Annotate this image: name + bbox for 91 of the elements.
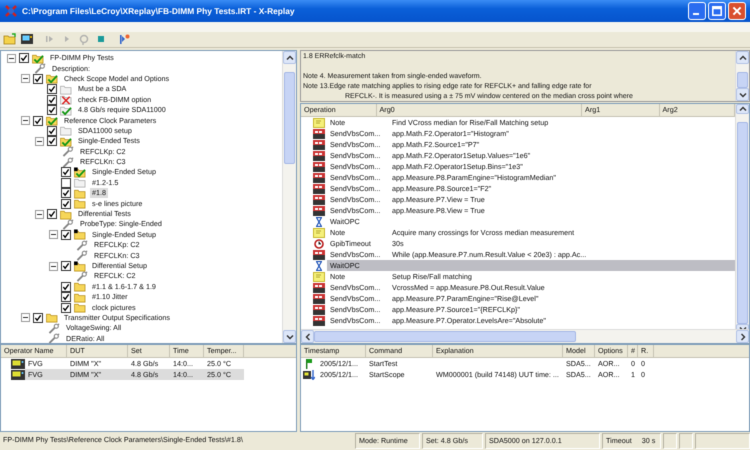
command-icon: [313, 316, 325, 326]
tree-checkbox[interactable]: [47, 136, 57, 146]
command-icon: [313, 282, 325, 292]
tree-checkbox[interactable]: [47, 126, 57, 136]
command-icon: [313, 294, 325, 304]
note-icon: [313, 272, 325, 282]
step-icon: [117, 32, 131, 44]
flag-icon: [303, 358, 315, 368]
command-icon: [313, 162, 325, 172]
tree-checkbox[interactable]: [19, 53, 29, 64]
check-icon: [62, 262, 70, 270]
scope-arrow-icon: [303, 370, 315, 380]
close-button[interactable]: [728, 2, 746, 20]
command-icon: [313, 194, 325, 204]
tree-checkbox[interactable]: [47, 209, 57, 220]
vertical-scrollbar[interactable]: [735, 51, 749, 101]
collapse-toggle-icon[interactable]: [21, 116, 30, 126]
maximize-button[interactable]: [708, 2, 726, 20]
command-icon: [313, 140, 325, 150]
wrench-icon: [61, 156, 75, 168]
tree-checkbox[interactable]: [61, 167, 71, 178]
tree-checkbox[interactable]: [47, 84, 57, 94]
clock-icon: [313, 238, 325, 248]
note-icon: [313, 118, 325, 128]
app-icon: [4, 4, 18, 18]
hourglass-icon: [313, 216, 325, 226]
check-icon: [34, 314, 42, 322]
command-icon: [313, 250, 325, 260]
collapse-toggle-icon[interactable]: [35, 136, 44, 146]
scope-icon: [11, 358, 25, 368]
wrench-icon: [47, 333, 61, 343]
scroll-up-icon: [738, 54, 746, 62]
scope-button[interactable]: [19, 32, 35, 46]
tree-checkbox[interactable]: [33, 312, 43, 323]
wrench-icon: [75, 250, 89, 262]
check-icon: [62, 230, 70, 239]
note-icon: [313, 228, 325, 238]
status-panel: [679, 433, 693, 449]
hourglass-icon: [313, 260, 325, 270]
vertical-scrollbar[interactable]: [282, 51, 296, 343]
command-icon: [313, 128, 325, 138]
command-icon: [313, 172, 325, 182]
tree-checkbox[interactable]: [61, 188, 71, 198]
minimize-icon: [693, 12, 699, 15]
tree-checkbox[interactable]: [61, 282, 71, 292]
tree-checkbox[interactable]: [61, 292, 71, 302]
tree-checkbox[interactable]: [61, 198, 71, 209]
status-panel: [663, 433, 677, 449]
scroll-down-icon: [286, 332, 294, 340]
command-icon: [313, 184, 325, 194]
folder-icon: [3, 32, 17, 44]
wrench-icon: [75, 270, 89, 282]
collapse-toggle-icon[interactable]: [21, 313, 30, 322]
command-icon: [313, 304, 325, 314]
tree-checkbox[interactable]: [33, 74, 43, 84]
scroll-right-icon: [738, 332, 746, 340]
wrench-icon: [61, 218, 75, 230]
minimize-button[interactable]: [688, 2, 706, 20]
vertical-scrollbar[interactable]: [735, 104, 749, 329]
check-icon: [62, 168, 70, 176]
command-icon: [313, 206, 325, 216]
tree-checkbox[interactable]: [61, 261, 71, 271]
scroll-left-icon: [304, 332, 312, 340]
tree-checkbox[interactable]: [47, 105, 57, 116]
scope-icon: [11, 370, 25, 380]
maximize-icon: [711, 5, 723, 17]
scope-icon: [20, 32, 34, 44]
window-title: C:\Program Files\LeCroy\XReplay\FB-DIMM Phy Tests.IRT - X-Replay: [22, 6, 296, 16]
horizontal-scrollbar[interactable]: [301, 329, 749, 343]
loop-icon: [77, 32, 91, 44]
tree-checkbox[interactable]: [61, 230, 71, 240]
command-icon: [313, 150, 325, 160]
wrench-icon: [75, 240, 89, 251]
wrench-icon: [33, 63, 47, 74]
status-panel: [695, 433, 750, 449]
scroll-up-icon: [738, 105, 746, 113]
scroll-down-icon: [738, 90, 746, 98]
tree-checkbox[interactable]: [61, 302, 71, 313]
scroll-up-icon: [286, 54, 294, 62]
collapse-toggle-icon[interactable]: [35, 210, 44, 219]
collapse-toggle-icon[interactable]: [49, 262, 58, 270]
tree-checkbox[interactable]: [47, 94, 57, 105]
close-icon: [731, 5, 743, 17]
collapse-toggle-icon[interactable]: [21, 74, 30, 84]
tree-checkbox[interactable]: [61, 178, 71, 188]
collapse-toggle-icon[interactable]: [7, 54, 16, 63]
collapse-toggle-icon[interactable]: [49, 230, 58, 240]
wrench-icon: [61, 146, 75, 158]
wrench-icon: [47, 322, 61, 334]
check-icon: [20, 54, 28, 62]
tree-checkbox[interactable]: [33, 116, 43, 126]
